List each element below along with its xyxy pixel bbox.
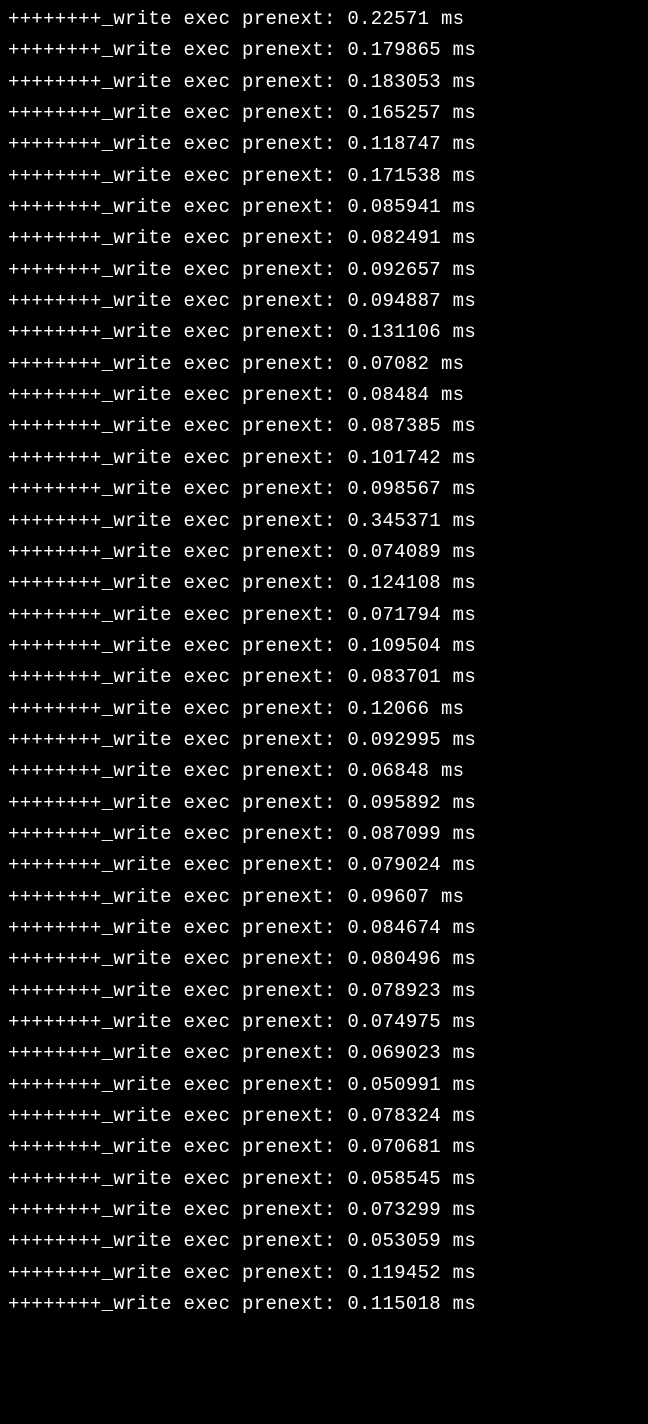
log-line: ++++++++_write exec prenext: 0.119452 ms [8, 1258, 640, 1289]
log-line: ++++++++_write exec prenext: 0.053059 ms [8, 1226, 640, 1257]
log-line: ++++++++_write exec prenext: 0.078324 ms [8, 1101, 640, 1132]
log-line: ++++++++_write exec prenext: 0.071794 ms [8, 600, 640, 631]
log-line: ++++++++_write exec prenext: 0.085941 ms [8, 192, 640, 223]
log-line: ++++++++_write exec prenext: 0.087099 ms [8, 819, 640, 850]
log-line: ++++++++_write exec prenext: 0.08484 ms [8, 380, 640, 411]
log-line: ++++++++_write exec prenext: 0.094887 ms [8, 286, 640, 317]
log-line: ++++++++_write exec prenext: 0.131106 ms [8, 317, 640, 348]
log-line: ++++++++_write exec prenext: 0.179865 ms [8, 35, 640, 66]
terminal-output[interactable]: ++++++++_write exec prenext: 0.22571 ms+… [8, 4, 640, 1320]
log-line: ++++++++_write exec prenext: 0.12066 ms [8, 694, 640, 725]
log-line: ++++++++_write exec prenext: 0.074089 ms [8, 537, 640, 568]
log-line: ++++++++_write exec prenext: 0.078923 ms [8, 976, 640, 1007]
log-line: ++++++++_write exec prenext: 0.069023 ms [8, 1038, 640, 1069]
log-line: ++++++++_write exec prenext: 0.092657 ms [8, 255, 640, 286]
log-line: ++++++++_write exec prenext: 0.098567 ms [8, 474, 640, 505]
log-line: ++++++++_write exec prenext: 0.109504 ms [8, 631, 640, 662]
log-line: ++++++++_write exec prenext: 0.074975 ms [8, 1007, 640, 1038]
log-line: ++++++++_write exec prenext: 0.124108 ms [8, 568, 640, 599]
log-line: ++++++++_write exec prenext: 0.070681 ms [8, 1132, 640, 1163]
log-line: ++++++++_write exec prenext: 0.165257 ms [8, 98, 640, 129]
log-line: ++++++++_write exec prenext: 0.079024 ms [8, 850, 640, 881]
log-line: ++++++++_write exec prenext: 0.073299 ms [8, 1195, 640, 1226]
log-line: ++++++++_write exec prenext: 0.171538 ms [8, 161, 640, 192]
log-line: ++++++++_write exec prenext: 0.09607 ms [8, 882, 640, 913]
log-line: ++++++++_write exec prenext: 0.092995 ms [8, 725, 640, 756]
log-line: ++++++++_write exec prenext: 0.083701 ms [8, 662, 640, 693]
log-line: ++++++++_write exec prenext: 0.101742 ms [8, 443, 640, 474]
log-line: ++++++++_write exec prenext: 0.095892 ms [8, 788, 640, 819]
log-line: ++++++++_write exec prenext: 0.050991 ms [8, 1070, 640, 1101]
log-line: ++++++++_write exec prenext: 0.06848 ms [8, 756, 640, 787]
log-line: ++++++++_write exec prenext: 0.080496 ms [8, 944, 640, 975]
log-line: ++++++++_write exec prenext: 0.22571 ms [8, 4, 640, 35]
log-line: ++++++++_write exec prenext: 0.07082 ms [8, 349, 640, 380]
log-line: ++++++++_write exec prenext: 0.082491 ms [8, 223, 640, 254]
log-line: ++++++++_write exec prenext: 0.058545 ms [8, 1164, 640, 1195]
log-line: ++++++++_write exec prenext: 0.183053 ms [8, 67, 640, 98]
log-line: ++++++++_write exec prenext: 0.345371 ms [8, 506, 640, 537]
log-line: ++++++++_write exec prenext: 0.084674 ms [8, 913, 640, 944]
log-line: ++++++++_write exec prenext: 0.087385 ms [8, 411, 640, 442]
log-line: ++++++++_write exec prenext: 0.115018 ms [8, 1289, 640, 1320]
log-line: ++++++++_write exec prenext: 0.118747 ms [8, 129, 640, 160]
